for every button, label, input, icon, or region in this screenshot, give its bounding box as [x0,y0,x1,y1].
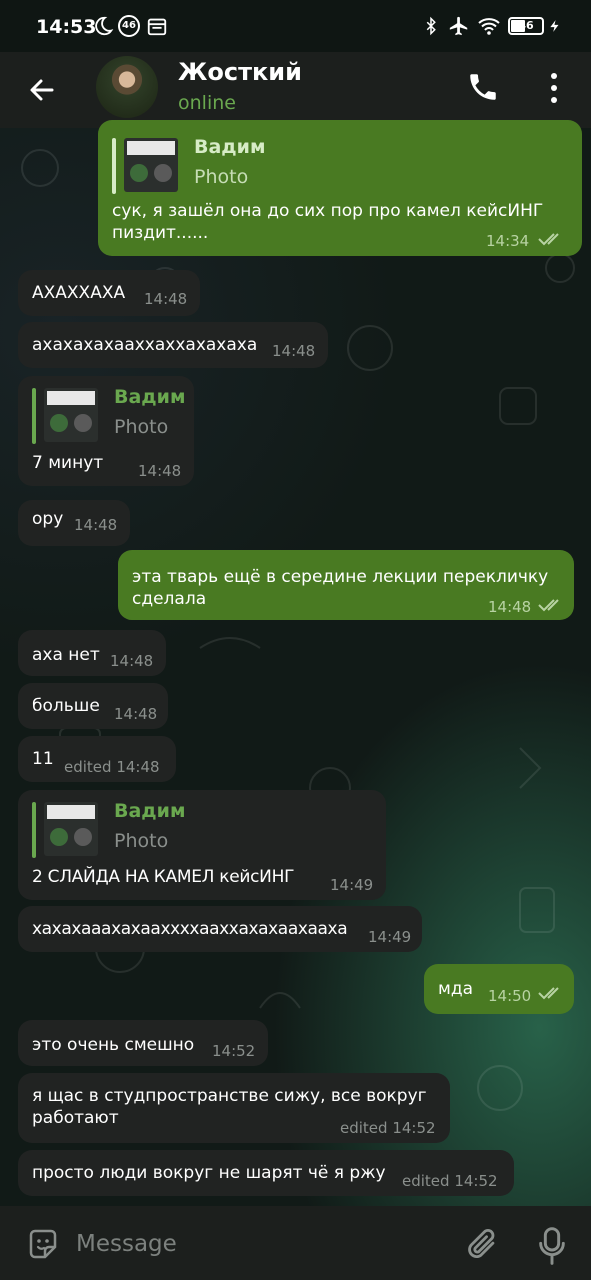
more-vertical-icon[interactable] [544,70,564,106]
reply-sender-name: Вадим [114,800,186,822]
battery-icon: 46 [508,17,544,35]
paperclip-icon[interactable] [466,1226,500,1266]
battery-level: 46 [518,19,534,32]
reply-preview[interactable]: Вадим Photo [32,800,232,858]
reply-media-type: Photo [114,416,169,438]
contact-name[interactable]: Жосткий [178,58,302,86]
message-bubble-incoming[interactable]: я щас в студпространстве сижу, все вокру… [18,1073,450,1143]
moon-icon [95,16,114,36]
message-time: edited 14:48 [64,758,160,776]
message-bubble-incoming[interactable]: АХАХХАХА 14:48 [18,270,200,316]
message-time: 14:49 [368,928,412,946]
message-bubble-incoming[interactable]: аха нет 14:48 [18,630,166,676]
message-time: 14:48 [74,516,118,534]
message-bubble-incoming[interactable]: Вадим Photo 2 СЛАЙДА НА КАМЕЛ кейсИНГ 14… [18,790,386,900]
message-bubble-incoming[interactable]: 11 edited 14:48 [18,736,176,782]
status-bar: 14:53 46 46 [0,0,591,52]
message-text: хахахааахахааххххааххахахаахааха [32,919,348,939]
reply-sender-name: Вадим [194,136,266,158]
chat-header: Жосткий online [0,52,591,128]
contact-status: online [178,92,236,114]
message-input[interactable] [76,1224,436,1264]
message-time: 14:49 [330,876,374,894]
message-input-bar [0,1206,591,1280]
back-arrow-icon[interactable] [22,70,62,110]
message-bubble-outgoing[interactable]: эта тварь ещё в середине лекции переклич… [118,550,574,620]
message-text: 7 минут [32,453,104,473]
message-time: 14:52 [212,1042,256,1060]
reply-media-type: Photo [114,830,169,852]
message-bubble-incoming[interactable]: Вадим Photo 7 минут 14:48 [18,376,194,486]
message-bubble-outgoing[interactable]: мда 14:50 [424,964,574,1014]
airplane-icon [449,16,468,36]
photo-thumbnail [124,138,178,192]
message-time: 14:34 [486,232,530,250]
message-text: ору [32,509,64,529]
message-text: аха нет [32,645,100,665]
notification-count-badge: 46 [118,15,140,37]
message-bubble-outgoing[interactable]: Вадим Photo сук, я зашёл она до сих пор … [98,120,582,256]
read-check-icon [538,599,559,612]
message-text: больше [32,696,100,716]
reply-preview[interactable]: Вадим Photo [32,386,192,444]
message-time: 14:48 [488,598,532,616]
microphone-icon[interactable] [538,1226,566,1266]
reply-preview[interactable]: Вадим Photo [112,136,312,194]
calendar-icon [147,18,167,36]
message-text: просто люди вокруг не шарят чё я ржу [32,1163,386,1183]
phone-icon[interactable] [466,70,500,104]
reply-sender-name: Вадим [114,386,186,408]
status-time: 14:53 [36,16,97,38]
message-time: 14:48 [272,342,316,360]
message-time: edited 14:52 [340,1119,436,1137]
message-time: 14:50 [488,987,532,1005]
message-time: 14:48 [114,705,158,723]
message-text: это очень смешно [32,1035,195,1055]
message-time: 14:48 [144,290,188,308]
read-check-icon [538,233,559,246]
photo-thumbnail [44,388,98,442]
message-bubble-incoming[interactable]: хахахааахахааххххааххахахаахааха 14:49 [18,906,422,952]
message-text: АХАХХАХА [32,283,126,303]
message-text: мда [438,979,473,999]
bluetooth-icon [426,16,436,36]
reply-media-type: Photo [194,166,249,188]
charging-icon [550,20,559,32]
message-time: 14:48 [138,462,182,480]
message-bubble-incoming[interactable]: ору 14:48 [18,500,130,546]
message-bubble-incoming[interactable]: это очень смешно 14:52 [18,1020,268,1066]
message-time: 14:48 [110,652,154,670]
message-text: 11 [32,749,54,769]
sticker-icon[interactable] [26,1228,60,1262]
message-text: сук, я зашёл она до сих пор про камел ке… [112,201,544,243]
message-text: эта тварь ещё в середине лекции переклич… [132,567,549,609]
photo-thumbnail [44,802,98,856]
contact-avatar[interactable] [96,56,158,118]
message-bubble-incoming[interactable]: больше 14:48 [18,683,168,729]
message-text: ахахахахааххаххахахаха [32,335,258,355]
read-check-icon [538,987,559,1000]
message-bubble-incoming[interactable]: ахахахахааххаххахахаха 14:48 [18,322,328,368]
message-text: 2 СЛАЙДА НА КАМЕЛ кейсИНГ [32,867,295,887]
wifi-icon [478,18,500,35]
message-time: edited 14:52 [402,1172,498,1190]
message-bubble-incoming[interactable]: просто люди вокруг не шарят чё я ржу edi… [18,1150,514,1196]
